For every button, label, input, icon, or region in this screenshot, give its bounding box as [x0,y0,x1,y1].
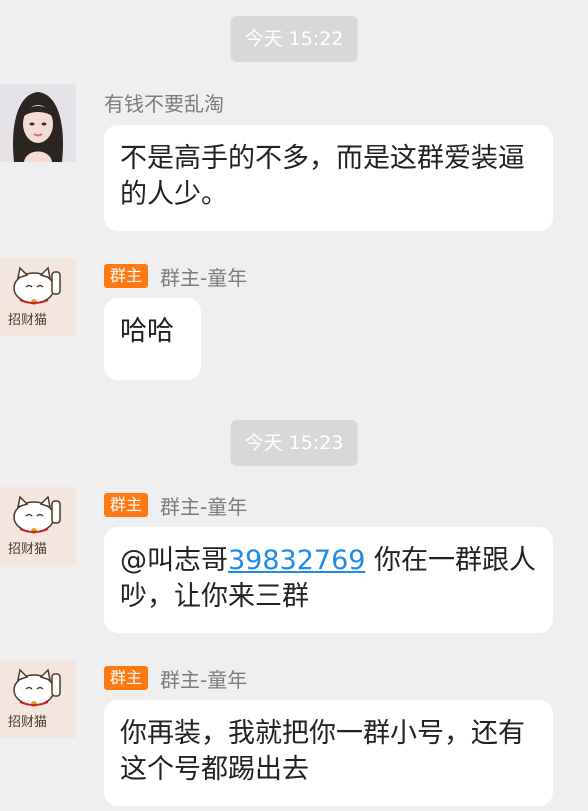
message-bubble[interactable]: 不是高手的不多，而是这群爱装逼的人少。 [104,125,553,231]
message-text: 你再装，我就把你一群小号，还有这个号都踢出去 [120,718,525,785]
message-text: 哈哈 [120,316,174,347]
owner-badge: 群主 [104,264,149,288]
sender-row: 群主 群主-童年 [104,663,247,693]
sender-name[interactable]: 有钱不要乱淘 [104,88,224,117]
owner-badge: 群主 [104,493,149,517]
timestamp: 今天 15:23 [230,420,358,466]
sender-row: 有钱不要乱淘 [104,87,224,117]
sender-name[interactable]: 群主-童年 [160,262,247,291]
sender-name[interactable]: 群主-童年 [160,491,247,520]
timestamp: 今天 15:22 [230,16,358,62]
message-bubble[interactable]: 哈哈 [104,298,201,380]
avatar-caption: 招财猫 [8,715,47,730]
message-bubble[interactable]: @叫志哥39832769 你在一群跟人吵，让你来三群 [104,527,553,633]
qq-number-link[interactable]: 39832769 [228,545,365,576]
owner-badge: 群主 [104,666,149,690]
sender-row: 群主 群主-童年 [104,490,247,520]
avatar-caption: 招财猫 [8,313,47,328]
sender-row: 群主 群主-童年 [104,261,247,291]
avatar[interactable]: 招财猫 [0,487,76,565]
avatar-caption: 招财猫 [8,542,47,557]
mention-text[interactable]: @叫志哥 [120,545,228,576]
avatar[interactable] [0,84,76,162]
message-bubble[interactable]: 你再装，我就把你一群小号，还有这个号都踢出去 [104,700,553,806]
sender-name[interactable]: 群主-童年 [160,664,247,693]
avatar[interactable]: 招财猫 [0,660,76,738]
avatar[interactable]: 招财猫 [0,258,76,336]
message-text: 不是高手的不多，而是这群爱装逼的人少。 [120,143,525,210]
